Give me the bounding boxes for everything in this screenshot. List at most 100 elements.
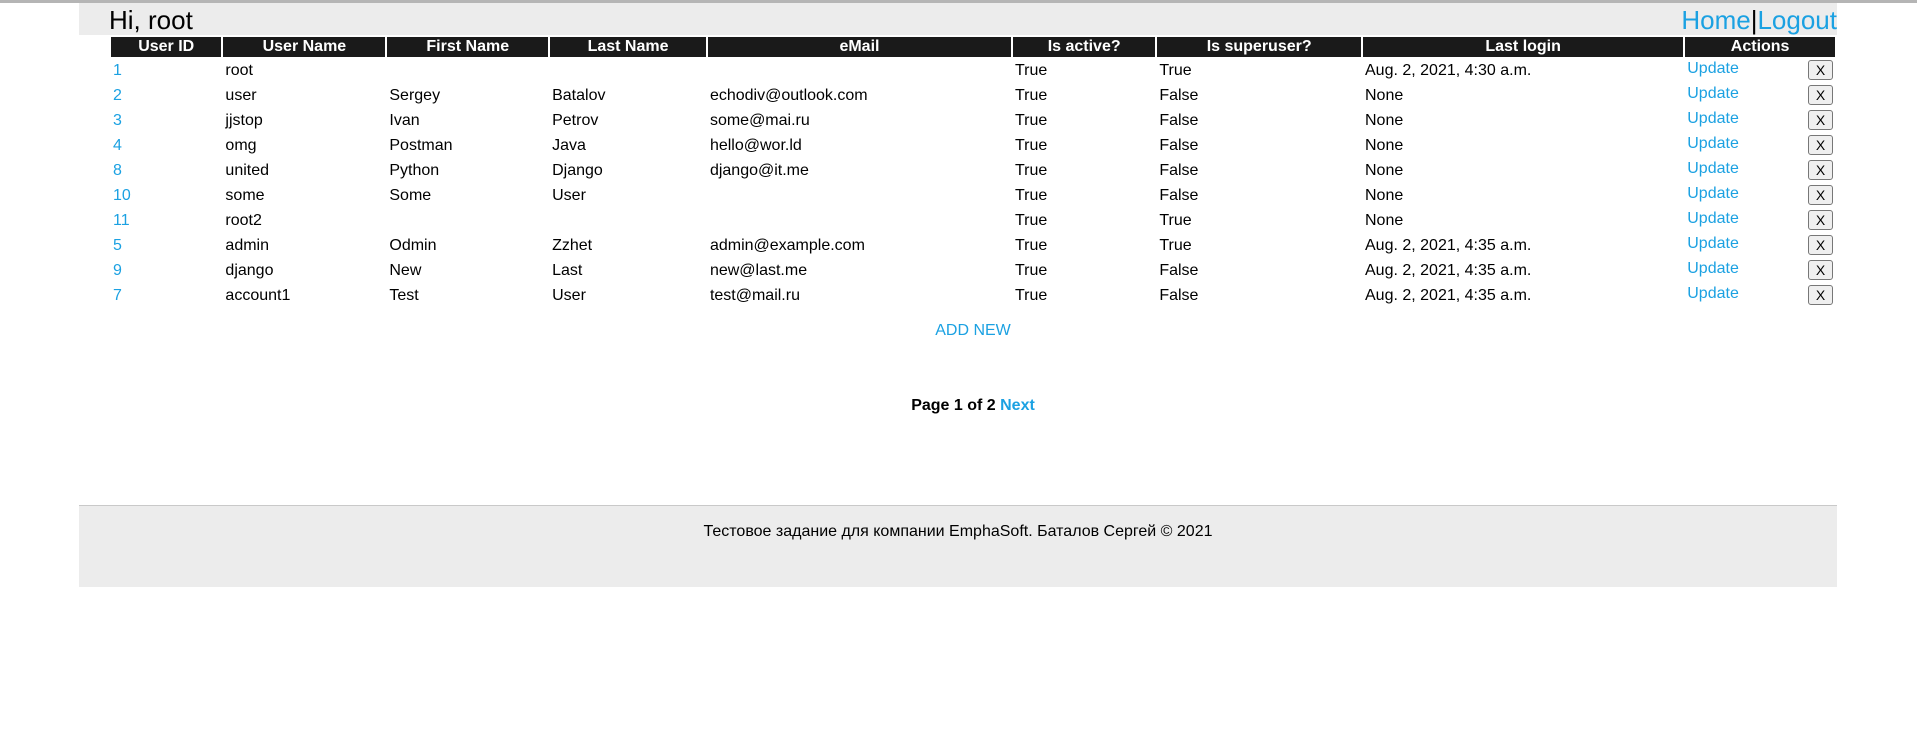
user-id-link[interactable]: 8 <box>113 162 122 179</box>
user-id-cell: 9 <box>111 259 221 282</box>
user-id-cell: 3 <box>111 109 221 132</box>
first-name-cell: Python <box>389 162 440 179</box>
is-active-cell: True <box>1015 112 1048 129</box>
user-id-cell: 11 <box>111 209 221 232</box>
is-superuser-cell: False <box>1159 137 1199 154</box>
col-header-last-name: Last Name <box>550 37 706 57</box>
is-superuser-cell: True <box>1159 212 1192 229</box>
is-superuser-cell: False <box>1159 112 1199 129</box>
update-link[interactable]: Update <box>1687 157 1739 180</box>
col-header-last-login: Last login <box>1363 37 1684 57</box>
last-login-cell: Aug. 2, 2021, 4:30 a.m. <box>1365 62 1532 79</box>
last-name-cell: User <box>552 287 586 304</box>
user-id-link[interactable]: 2 <box>113 87 122 104</box>
is-active-cell: True <box>1015 162 1048 179</box>
last-name-cell: Last <box>552 262 583 279</box>
user-id-link[interactable]: 11 <box>113 212 130 229</box>
email-cell: test@mail.ru <box>709 287 800 304</box>
first-name-cell: Sergey <box>389 87 441 104</box>
delete-button[interactable]: X <box>1808 210 1833 230</box>
user-id-link[interactable]: 7 <box>113 287 122 304</box>
is-superuser-cell: True <box>1159 237 1192 254</box>
update-link[interactable]: Update <box>1687 282 1739 305</box>
last-name-cell: Petrov <box>552 112 599 129</box>
col-header-is-superuser: Is superuser? <box>1157 37 1361 57</box>
is-active-cell: True <box>1015 212 1048 229</box>
greeting: Hi, root <box>109 5 193 35</box>
update-link[interactable]: Update <box>1687 132 1739 155</box>
delete-button[interactable]: X <box>1808 260 1833 280</box>
table-body: 1 root True True Aug. 2, 2021, 4:30 a.m. Upda… <box>111 59 1835 307</box>
email-cell <box>708 59 1011 82</box>
user-id-link[interactable]: 1 <box>113 62 122 79</box>
table-row: 1 root True True Aug. 2, 2021, 4:30 a.m. Upda… <box>111 59 1835 82</box>
update-link[interactable]: Update <box>1687 232 1739 255</box>
add-new-link[interactable]: ADD NEW <box>935 322 1011 339</box>
last-name-cell <box>550 209 706 232</box>
update-link[interactable]: Update <box>1687 57 1739 80</box>
is-superuser-cell: False <box>1159 187 1199 204</box>
delete-button[interactable]: X <box>1808 85 1833 105</box>
table-row: 3 jjstop Ivan Petrov some@mai.ru True False Non… <box>111 109 1835 132</box>
user-id-cell: 7 <box>111 284 221 307</box>
logout-link[interactable]: Logout <box>1757 5 1837 35</box>
email-cell: admin@example.com <box>709 237 865 254</box>
is-active-cell: True <box>1015 187 1048 204</box>
user-id-link[interactable]: 9 <box>113 262 122 279</box>
delete-button[interactable]: X <box>1808 110 1833 130</box>
user-name-cell: root <box>225 62 253 79</box>
next-page-link[interactable]: Next <box>1000 397 1035 414</box>
user-id-cell: 10 <box>111 184 221 207</box>
first-name-cell: Postman <box>389 137 453 154</box>
update-link[interactable]: Update <box>1687 257 1739 280</box>
user-id-link[interactable]: 4 <box>113 137 122 154</box>
last-name-cell: Batalov <box>552 87 606 104</box>
user-id-link[interactable]: 3 <box>113 112 122 129</box>
user-name-cell: django <box>225 262 274 279</box>
table-row: 2 user Sergey Batalov echodiv@outlook.com Tru… <box>111 84 1835 107</box>
table-row: 8 united Python Django django@it.me True False… <box>111 159 1835 182</box>
delete-button[interactable]: X <box>1808 185 1833 205</box>
page-indicator: Page 1 of 2 <box>911 397 996 414</box>
delete-button[interactable]: X <box>1808 160 1833 180</box>
user-id-cell: 4 <box>111 134 221 157</box>
table-row: 7 account1 Test User test@mail.ru True False Au… <box>111 284 1835 307</box>
email-cell: django@it.me <box>709 162 809 179</box>
last-name-cell: Django <box>552 162 603 179</box>
home-link[interactable]: Home <box>1681 5 1750 35</box>
table-row: 11 root2 True True None Update X <box>111 209 1835 232</box>
table-row: 9 django New Last new@last.me True False Aug. 2… <box>111 259 1835 282</box>
user-id-link[interactable]: 5 <box>113 237 122 254</box>
pagination: Page 1 of 2 Next <box>79 397 1867 415</box>
user-id-link[interactable]: 10 <box>113 187 131 204</box>
actions-cell: Update X <box>1685 209 1835 232</box>
is-active-cell: True <box>1015 287 1048 304</box>
last-login-cell: Aug. 2, 2021, 4:35 a.m. <box>1365 287 1532 304</box>
user-name-cell: account1 <box>225 287 291 304</box>
update-link[interactable]: Update <box>1687 182 1739 205</box>
delete-button[interactable]: X <box>1808 235 1833 255</box>
last-login-cell: None <box>1365 137 1404 154</box>
actions-cell: Update X <box>1685 284 1835 307</box>
email-cell: new@last.me <box>709 262 808 279</box>
delete-button[interactable]: X <box>1808 135 1833 155</box>
last-login-cell: None <box>1365 87 1404 104</box>
col-header-user-name: User Name <box>223 37 386 57</box>
is-active-cell: True <box>1015 137 1048 154</box>
update-link[interactable]: Update <box>1687 82 1739 105</box>
col-header-user-id: User ID <box>111 37 222 57</box>
update-link[interactable]: Update <box>1687 107 1739 130</box>
delete-button[interactable]: X <box>1808 285 1833 305</box>
actions-cell: Update X <box>1685 259 1835 282</box>
update-link[interactable]: Update <box>1687 207 1739 230</box>
actions-cell: Update X <box>1685 84 1835 107</box>
users-table: User ID User Name First Name Last Name e… <box>109 35 1837 309</box>
footer: Тестовое задание для компании EmphaSoft.… <box>79 505 1837 587</box>
first-name-cell: Test <box>389 287 419 304</box>
top-nav: Home|Logout <box>1681 5 1837 35</box>
first-name-cell: New <box>389 262 422 279</box>
delete-button[interactable]: X <box>1808 60 1833 80</box>
is-active-cell: True <box>1015 262 1048 279</box>
add-new-wrap: ADD NEW <box>79 322 1867 340</box>
user-id-cell: 1 <box>111 59 221 82</box>
